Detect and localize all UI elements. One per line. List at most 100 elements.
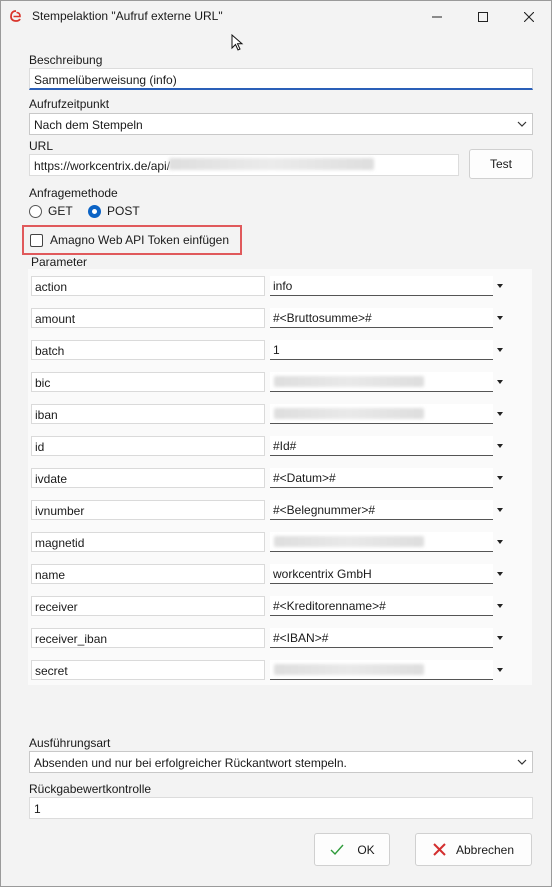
dropdown-triangle-icon bbox=[497, 412, 503, 416]
parameter-value-input[interactable]: #<Kreditorenname># bbox=[270, 596, 493, 616]
test-button[interactable]: Test bbox=[469, 149, 533, 179]
dropdown-triangle-icon bbox=[497, 476, 503, 480]
parameter-row: ivdate #<Datum># bbox=[28, 468, 532, 490]
dropdown-triangle-icon bbox=[497, 636, 503, 640]
parameter-row: bic bbox=[28, 372, 532, 394]
parameter-dropdown-button[interactable] bbox=[495, 504, 505, 516]
minimize-icon bbox=[432, 16, 442, 18]
parameter-name-input[interactable]: ivdate bbox=[31, 468, 265, 488]
dropdown-triangle-icon bbox=[497, 604, 503, 608]
parameter-name-input[interactable]: amount bbox=[31, 308, 265, 328]
cancel-label: Abbrechen bbox=[455, 842, 515, 857]
dropdown-triangle-icon bbox=[497, 668, 503, 672]
parameter-dropdown-button[interactable] bbox=[495, 280, 505, 292]
dropdown-triangle-icon bbox=[497, 508, 503, 512]
parameter-name-input[interactable]: ivnumber bbox=[31, 500, 265, 520]
parameter-row: receiver #<Kreditorenname># bbox=[28, 596, 532, 618]
parameter-row: amount #<Bruttosumme># bbox=[28, 308, 532, 330]
beschreibung-label: Beschreibung bbox=[29, 53, 103, 67]
aufrufzeitpunkt-label: Aufrufzeitpunkt bbox=[29, 97, 110, 111]
parameter-dropdown-button[interactable] bbox=[495, 664, 505, 676]
parameter-value-input[interactable]: #<Datum># bbox=[270, 468, 493, 488]
parameter-row: magnetid bbox=[28, 532, 532, 554]
parameter-name-input[interactable]: id bbox=[31, 436, 265, 456]
aufrufzeitpunkt-select[interactable]: Nach dem Stempeln bbox=[29, 113, 533, 135]
minimize-button[interactable] bbox=[414, 1, 460, 33]
parameter-dropdown-button[interactable] bbox=[495, 344, 505, 356]
parameter-value-input[interactable]: 1 bbox=[270, 340, 493, 360]
radio-get-indicator bbox=[29, 204, 42, 218]
ok-button[interactable]: OK bbox=[314, 833, 390, 866]
dropdown-triangle-icon bbox=[497, 444, 503, 448]
radio-get[interactable]: GET bbox=[29, 204, 73, 218]
token-checkbox-label: Amagno Web API Token einfügen bbox=[50, 233, 230, 247]
rueckgabe-input[interactable]: 1 bbox=[29, 797, 533, 819]
parameter-dropdown-button[interactable] bbox=[495, 376, 505, 388]
dialog-window: Stempelaktion "Aufruf externe URL" Besch… bbox=[0, 0, 552, 887]
parameter-dropdown-button[interactable] bbox=[495, 600, 505, 612]
url-value: https://workcentrix.de/api/ bbox=[34, 159, 171, 173]
cancel-button[interactable]: Abbrechen bbox=[415, 833, 532, 866]
parameter-name-input[interactable]: batch bbox=[31, 340, 265, 360]
parameter-dropdown-button[interactable] bbox=[495, 440, 505, 452]
cancel-x-icon bbox=[433, 843, 446, 856]
anfragemethode-label: Anfragemethode bbox=[29, 186, 118, 200]
parameter-value-input[interactable]: workcentrix GmbH bbox=[270, 564, 493, 584]
parameter-dropdown-button[interactable] bbox=[495, 312, 505, 324]
title-bar: Stempelaktion "Aufruf externe URL" bbox=[1, 1, 551, 33]
url-label: URL bbox=[29, 139, 54, 153]
maximize-button[interactable] bbox=[460, 1, 506, 33]
parameter-name-input[interactable]: receiver bbox=[31, 596, 265, 616]
maximize-icon bbox=[478, 12, 488, 22]
dropdown-triangle-icon bbox=[497, 316, 503, 320]
parameter-value-redacted[interactable] bbox=[270, 532, 493, 552]
parameter-row: action info bbox=[28, 276, 532, 298]
close-icon bbox=[524, 12, 534, 22]
parameter-name-input[interactable]: secret bbox=[31, 660, 265, 680]
aufrufzeitpunkt-value: Nach dem Stempeln bbox=[34, 118, 143, 132]
dropdown-triangle-icon bbox=[497, 284, 503, 288]
parameter-row: id #Id# bbox=[28, 436, 532, 458]
parameter-value-input[interactable]: #<Belegnummer># bbox=[270, 500, 493, 520]
parameter-value-redacted[interactable] bbox=[270, 660, 493, 680]
chevron-down-icon bbox=[517, 759, 527, 765]
parameter-dropdown-button[interactable] bbox=[495, 408, 505, 420]
parameter-row: ivnumber #<Belegnummer># bbox=[28, 500, 532, 522]
parameter-name-input[interactable]: name bbox=[31, 564, 265, 584]
ok-label: OK bbox=[357, 842, 375, 857]
dropdown-triangle-icon bbox=[497, 348, 503, 352]
parameter-name-input[interactable]: iban bbox=[31, 404, 265, 424]
parameter-dropdown-button[interactable] bbox=[495, 472, 505, 484]
mouse-cursor-icon bbox=[231, 34, 244, 51]
parameter-name-input[interactable]: magnetid bbox=[31, 532, 265, 552]
parameter-value-redacted[interactable] bbox=[270, 404, 493, 424]
token-checkbox[interactable]: Amagno Web API Token einfügen bbox=[30, 233, 229, 247]
parameter-row: secret bbox=[28, 660, 532, 682]
parameter-name-input[interactable]: receiver_iban bbox=[31, 628, 265, 648]
ausfuehrungsart-select[interactable]: Absenden und nur bei erfolgreicher Rücka… bbox=[29, 751, 533, 773]
parameter-value-input[interactable]: info bbox=[270, 276, 493, 296]
parameter-row: name workcentrix GmbH bbox=[28, 564, 532, 586]
dropdown-triangle-icon bbox=[497, 572, 503, 576]
parameter-label: Parameter bbox=[31, 255, 88, 269]
parameter-value-input[interactable]: #Id# bbox=[270, 436, 493, 456]
radio-post[interactable]: POST bbox=[88, 204, 140, 218]
ausfuehrungsart-value: Absenden und nur bei erfolgreicher Rücka… bbox=[34, 756, 347, 770]
parameter-value-redacted[interactable] bbox=[270, 372, 493, 392]
dropdown-triangle-icon bbox=[497, 540, 503, 544]
url-redacted-region bbox=[169, 158, 374, 170]
window-title: Stempelaktion "Aufruf externe URL" bbox=[32, 9, 223, 23]
parameter-table: action info amount #<Bruttosumme># batch 1 bic… bbox=[28, 269, 532, 685]
parameter-name-input[interactable]: action bbox=[31, 276, 265, 296]
parameter-value-input[interactable]: #<IBAN># bbox=[270, 628, 493, 648]
parameter-dropdown-button[interactable] bbox=[495, 632, 505, 644]
close-button[interactable] bbox=[506, 1, 552, 33]
parameter-value-input[interactable]: #<Bruttosumme># bbox=[270, 308, 493, 328]
parameter-dropdown-button[interactable] bbox=[495, 536, 505, 548]
parameter-name-input[interactable]: bic bbox=[31, 372, 265, 392]
dropdown-triangle-icon bbox=[497, 380, 503, 384]
parameter-dropdown-button[interactable] bbox=[495, 568, 505, 580]
chevron-down-icon bbox=[517, 121, 527, 127]
rueckgabe-label: Rückgabewertkontrolle bbox=[29, 782, 152, 796]
beschreibung-input[interactable]: Sammelüberweisung (info) bbox=[29, 68, 533, 90]
